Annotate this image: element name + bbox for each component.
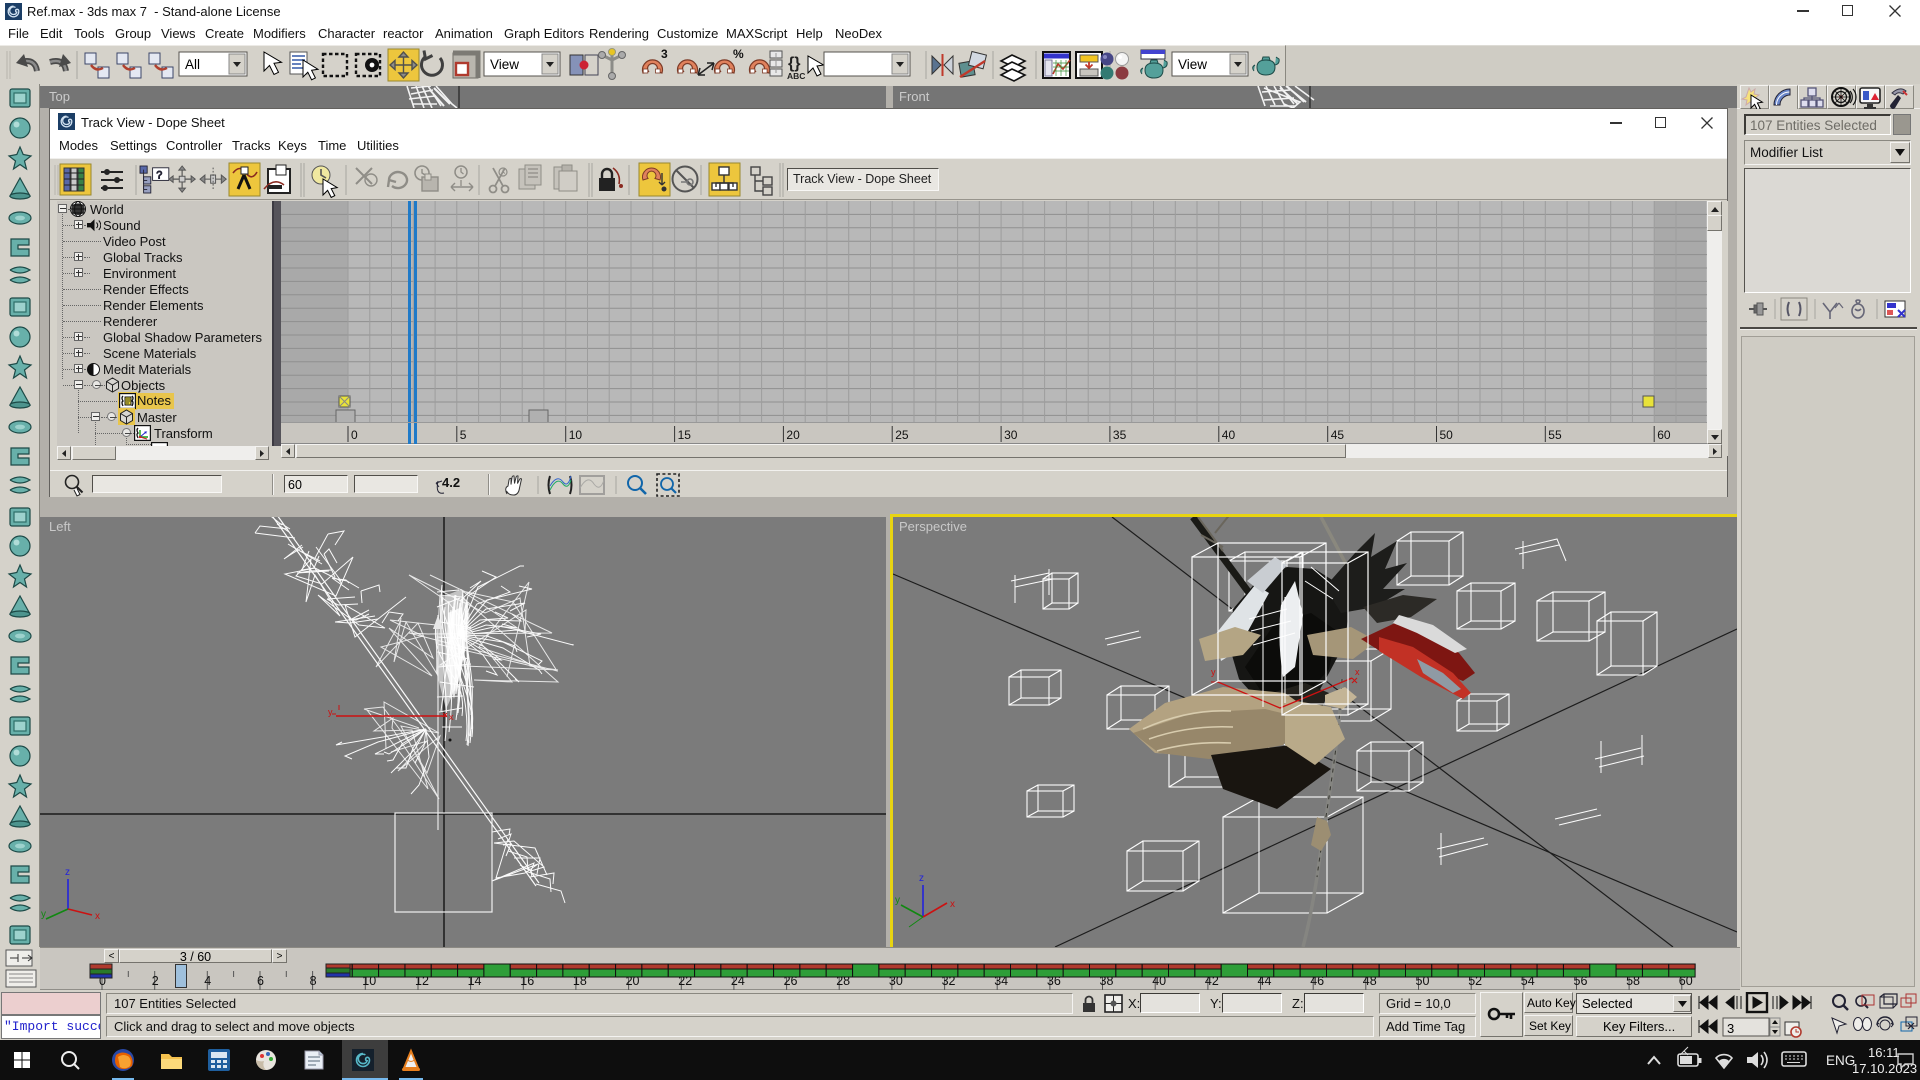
svg-text:ABC: ABC xyxy=(787,71,805,81)
svg-text:4.2: 4.2 xyxy=(442,475,460,490)
svg-text:16:11: 16:11 xyxy=(1868,1045,1900,1060)
svg-text:x: x xyxy=(950,899,955,910)
svg-text:y: y xyxy=(895,895,900,906)
svg-text:15: 15 xyxy=(678,428,692,442)
svg-text:?: ? xyxy=(156,170,162,182)
svg-text:{}: {} xyxy=(788,55,800,72)
svg-text:25: 25 xyxy=(895,428,909,442)
svg-text:y: y xyxy=(41,909,46,920)
svg-text:z: z xyxy=(65,867,70,878)
svg-text:30: 30 xyxy=(1004,428,1018,442)
svg-text:50: 50 xyxy=(1440,428,1454,442)
svg-text:20: 20 xyxy=(786,428,800,442)
svg-text:8: 8 xyxy=(310,974,317,988)
svg-text:ENG: ENG xyxy=(1826,1053,1855,1068)
svg-text:y: y xyxy=(1211,667,1216,677)
svg-text:5: 5 xyxy=(460,428,467,442)
svg-text:x: x xyxy=(1355,667,1360,677)
svg-text:%: % xyxy=(733,47,744,61)
svg-text:x: x xyxy=(95,911,100,922)
svg-text:x: x xyxy=(449,712,454,722)
svg-text:6: 6 xyxy=(257,974,264,988)
svg-text:60: 60 xyxy=(1657,428,1671,442)
svg-text:3: 3 xyxy=(1727,1021,1734,1036)
svg-text:10: 10 xyxy=(569,428,583,442)
svg-text:0: 0 xyxy=(351,428,358,442)
svg-text:z: z xyxy=(919,873,924,884)
svg-text:3: 3 xyxy=(661,47,668,61)
svg-text:45: 45 xyxy=(1331,428,1345,442)
svg-text:y: y xyxy=(328,707,333,717)
svg-text:View: View xyxy=(1178,57,1207,72)
svg-text:35: 35 xyxy=(1113,428,1127,442)
svg-text:40: 40 xyxy=(1222,428,1236,442)
svg-text:2: 2 xyxy=(152,974,159,988)
svg-text:55: 55 xyxy=(1548,428,1562,442)
svg-text:All: All xyxy=(185,57,200,72)
svg-text:4: 4 xyxy=(204,974,211,988)
svg-text:View: View xyxy=(490,57,519,72)
